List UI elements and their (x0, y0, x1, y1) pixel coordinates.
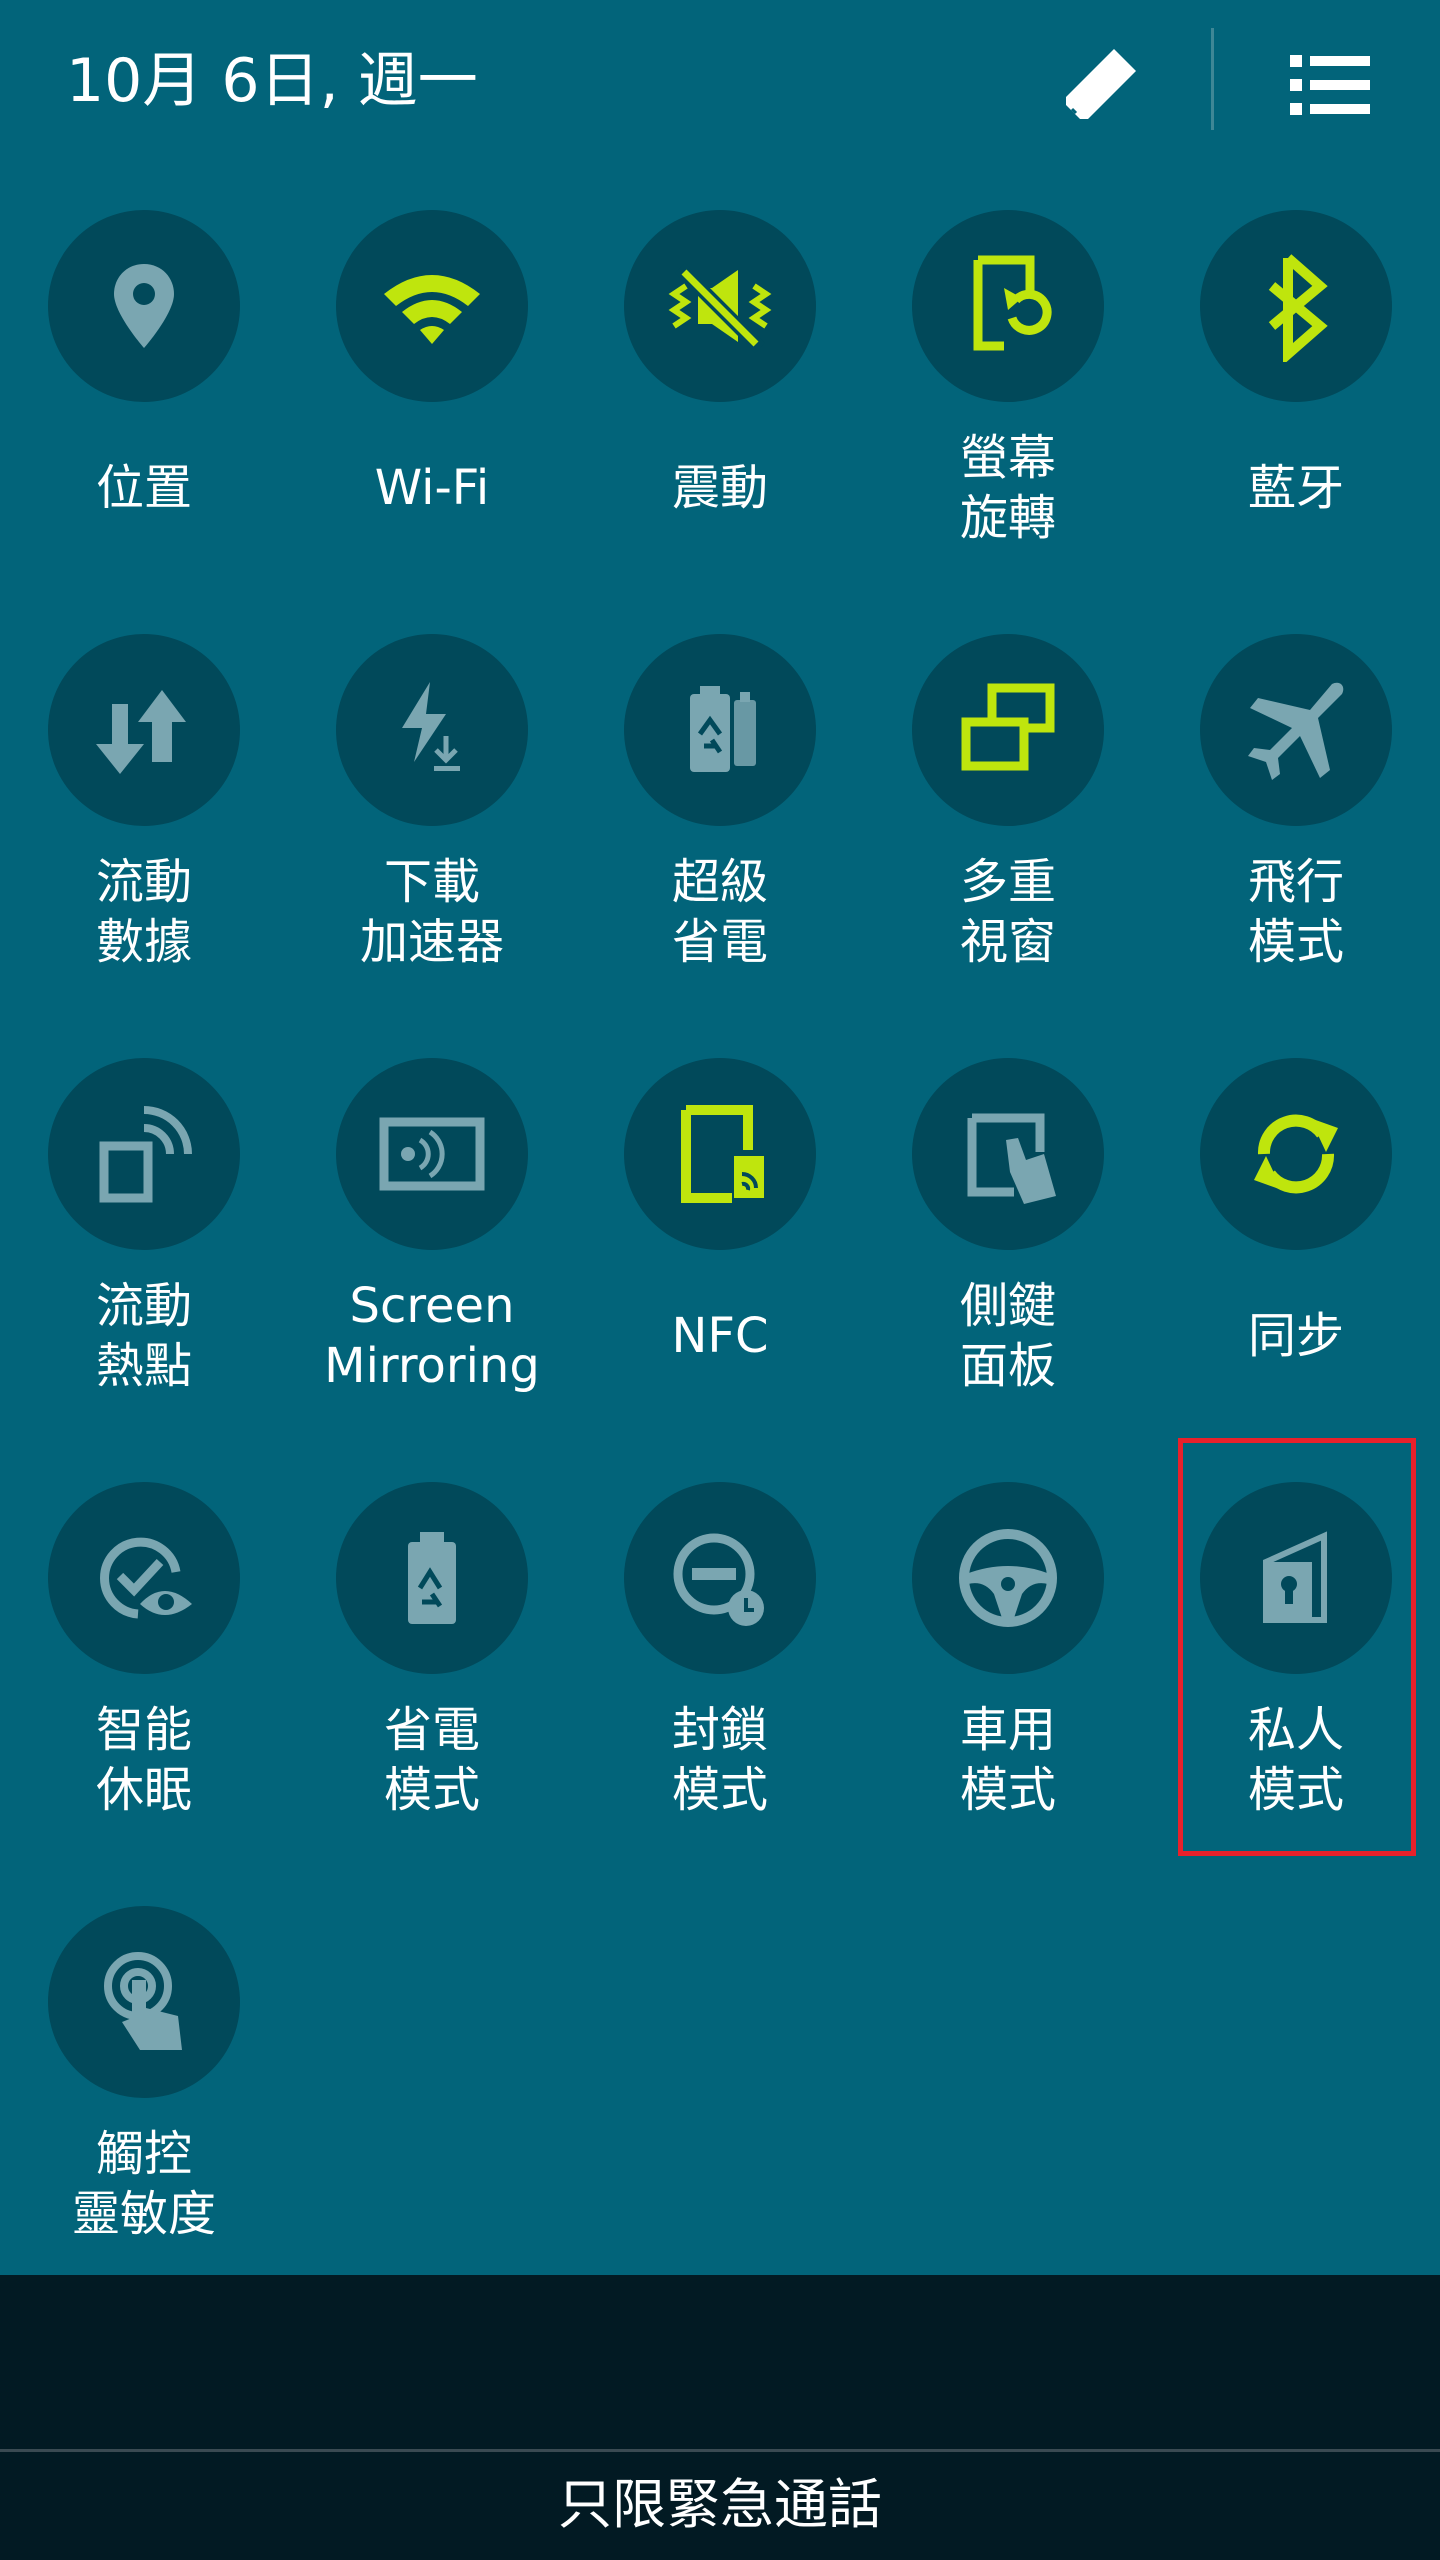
tile-sync[interactable]: 同步 (1152, 1058, 1440, 1478)
tile-label: Screen Mirroring (324, 1278, 540, 1394)
tile-screen-rotation[interactable]: 螢幕 旋轉 (864, 210, 1152, 630)
tile-bluetooth[interactable]: 藍牙 (1152, 210, 1440, 630)
tile-touch-sensitivity[interactable]: 觸控 靈敏度 (0, 1906, 288, 2326)
list-icon (1290, 55, 1370, 115)
tile-label: 震動 (671, 460, 768, 516)
tile-circle (48, 1906, 240, 2098)
tile-circle (912, 634, 1104, 826)
multi-window-icon (961, 683, 1055, 771)
sync-icon (1254, 1114, 1338, 1194)
tile-private-mode[interactable]: 私人 模式 (1152, 1482, 1440, 1902)
tile-circle (624, 634, 816, 826)
tile-label: 多重 視窗 (959, 854, 1056, 970)
tile-label: 智能 休眠 (95, 1702, 192, 1818)
tile-screen-mirroring[interactable]: Screen Mirroring (288, 1058, 576, 1478)
tile-circle (912, 1058, 1104, 1250)
edit-button[interactable] (1040, 30, 1160, 140)
tile-side-key-panel[interactable]: 側鍵 面板 (864, 1058, 1152, 1478)
tile-mobile-data[interactable]: 流動 數據 (0, 634, 288, 1054)
tile-label: 車用 模式 (959, 1702, 1056, 1818)
tile-circle (1200, 210, 1392, 402)
tile-mobile-hotspot[interactable]: 流動 熱點 (0, 1058, 288, 1478)
touch-sensitivity-icon (104, 1952, 182, 2050)
tile-label: 螢幕 旋轉 (959, 430, 1056, 546)
tile-circle (1200, 1058, 1392, 1250)
screen-rotation-icon (973, 255, 1052, 351)
tile-circle (624, 210, 816, 402)
tile-label: NFC (671, 1308, 769, 1364)
date-label: 10月 6日, 週一 (66, 46, 478, 116)
tile-label: 流動 數據 (95, 854, 192, 970)
tile-circle (624, 1058, 816, 1250)
header-bar: 10月 6日, 週一 (0, 0, 1440, 170)
location-pin-icon (114, 264, 174, 348)
tile-smart-stay[interactable]: 智能 休眠 (0, 1482, 288, 1902)
side-key-panel-icon (967, 1113, 1056, 1204)
tile-nfc[interactable]: NFC (576, 1058, 864, 1478)
download-booster-icon (402, 682, 460, 771)
tile-download-booster[interactable]: 下載 加速器 (288, 634, 576, 1054)
tile-label: Wi-Fi (374, 460, 490, 516)
tile-label: 超級 省電 (671, 854, 768, 970)
blocking-mode-icon (673, 1533, 764, 1626)
tile-vibrate[interactable]: 震動 (576, 210, 864, 630)
tile-circle (336, 1482, 528, 1674)
tile-label: 下載 加速器 (359, 854, 504, 970)
tile-label: 同步 (1247, 1308, 1344, 1364)
smart-stay-icon (100, 1537, 192, 1619)
tile-circle (48, 1482, 240, 1674)
tile-ultra-power-saving[interactable]: 超級 省電 (576, 634, 864, 1054)
tile-label: 藍牙 (1247, 460, 1344, 516)
tile-circle (48, 210, 240, 402)
pencil-icon (1066, 49, 1136, 119)
tile-label: 省電 模式 (383, 1702, 480, 1818)
tile-label: 飛行 模式 (1247, 854, 1344, 970)
tile-circle (48, 634, 240, 826)
list-view-button[interactable] (1265, 30, 1395, 140)
tile-label: 觸控 靈敏度 (71, 2126, 216, 2242)
tile-circle (336, 210, 528, 402)
bottom-divider (0, 2449, 1440, 2452)
tile-label: 位置 (95, 460, 192, 516)
tile-circle (336, 1058, 528, 1250)
nfc-icon (681, 1105, 764, 1203)
tile-circle (1200, 1482, 1392, 1674)
tile-label: 封鎖 模式 (671, 1702, 768, 1818)
screen-mirroring-icon (379, 1117, 485, 1191)
header-divider (1211, 28, 1214, 130)
ultra-power-saving-icon (690, 686, 756, 772)
tile-circle (624, 1482, 816, 1674)
tile-circle (48, 1058, 240, 1250)
tile-airplane[interactable]: 飛行 模式 (1152, 634, 1440, 1054)
tile-blocking-mode[interactable]: 封鎖 模式 (576, 1482, 864, 1902)
vibrate-icon (668, 263, 772, 353)
tile-circle (912, 210, 1104, 402)
tile-power-saving[interactable]: 省電 模式 (288, 1482, 576, 1902)
tile-location-pin[interactable]: 位置 (0, 210, 288, 630)
bluetooth-icon (1268, 254, 1328, 362)
airplane-icon (1248, 682, 1344, 780)
tile-wifi[interactable]: Wi-Fi (288, 210, 576, 630)
tile-circle (912, 1482, 1104, 1674)
tile-multi-window[interactable]: 多重 視窗 (864, 634, 1152, 1054)
power-saving-icon (408, 1532, 456, 1624)
tile-label: 流動 熱點 (95, 1278, 192, 1394)
tile-label: 側鍵 面板 (959, 1278, 1056, 1394)
car-mode-icon (959, 1529, 1057, 1627)
tile-circle (1200, 634, 1392, 826)
tile-circle (336, 634, 528, 826)
emergency-calls-only-label: 只限緊急通話 (558, 2473, 882, 2536)
tile-label: 私人 模式 (1247, 1702, 1344, 1818)
tile-car-mode[interactable]: 車用 模式 (864, 1482, 1152, 1902)
quick-settings-panel: 10月 6日, 週一 位置 Wi-Fi 震動 螢幕 旋轉 藍牙流動 數據 下載 加速器 超級… (0, 0, 1440, 2275)
mobile-data-icon (96, 690, 186, 774)
mobile-hotspot-icon (99, 1106, 192, 1203)
private-mode-icon (1263, 1531, 1327, 1623)
wifi-icon (384, 275, 480, 344)
